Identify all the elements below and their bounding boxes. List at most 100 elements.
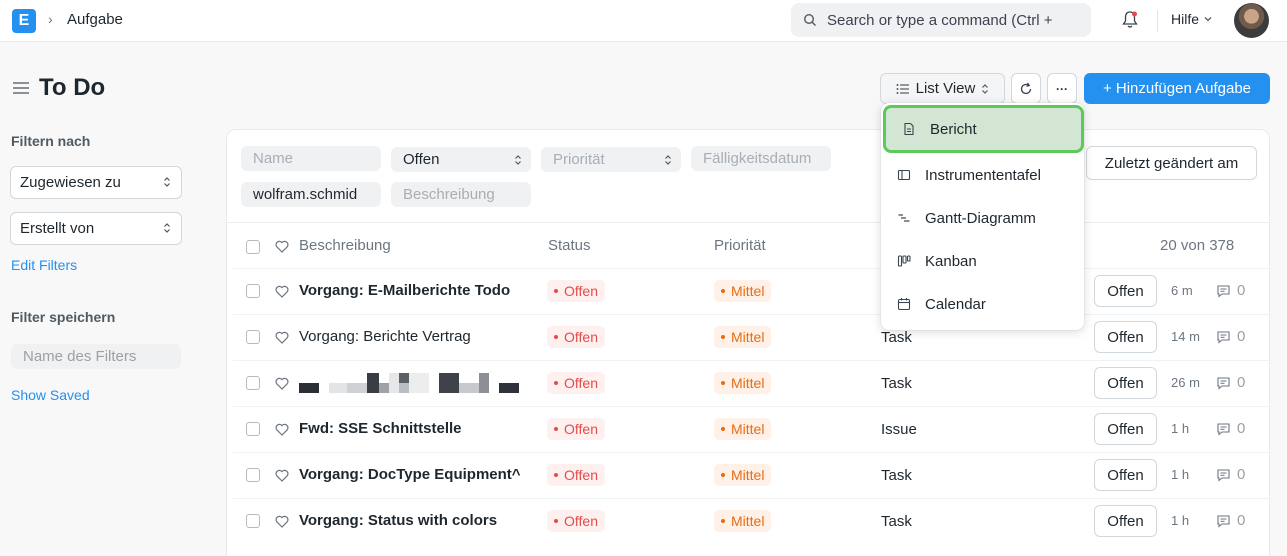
- view-menu-item-calendar[interactable]: Calendar: [881, 284, 1084, 324]
- row-checkbox[interactable]: [246, 284, 260, 298]
- task-subject[interactable]: Vorgang: Berichte Vertrag: [299, 328, 471, 345]
- heart-icon[interactable]: [275, 331, 289, 348]
- sidebar-toggle-icon[interactable]: [12, 80, 30, 96]
- heart-icon[interactable]: [275, 515, 289, 532]
- status-dot: [554, 473, 558, 477]
- user-avatar[interactable]: [1234, 3, 1269, 38]
- breadcrumb-aufgabe[interactable]: Aufgabe: [67, 11, 123, 28]
- status-badge: Offen: [547, 464, 605, 486]
- row-checkbox[interactable]: [246, 514, 260, 528]
- status-button[interactable]: Offen: [1094, 459, 1157, 491]
- priority-filter-placeholder: Priorität: [553, 151, 605, 168]
- view-menu-label: Gantt-Diagramm: [925, 209, 1036, 227]
- edit-filters-link[interactable]: Edit Filters: [11, 257, 77, 273]
- view-menu-item-report[interactable]: Bericht: [883, 105, 1084, 153]
- more-actions-button[interactable]: ···: [1047, 73, 1077, 104]
- priority-badge: Mittel: [714, 510, 772, 532]
- priority-dot: [721, 335, 725, 339]
- navbar: E › Aufgabe Search or type a command (Ct…: [0, 0, 1287, 42]
- chevron-down-icon: [1204, 17, 1212, 22]
- app-logo[interactable]: E: [12, 9, 36, 33]
- status-button[interactable]: Offen: [1094, 413, 1157, 445]
- status-button[interactable]: Offen: [1094, 275, 1157, 307]
- row-divider: [233, 406, 1269, 407]
- add-task-button[interactable]: + Hinzufügen Aufgabe: [1084, 73, 1270, 104]
- column-header-description[interactable]: Beschreibung: [299, 237, 391, 254]
- comment-count-value: 0: [1237, 282, 1246, 299]
- modified-time: 26 m: [1171, 375, 1200, 390]
- comment-count[interactable]: 0: [1216, 282, 1245, 299]
- view-menu-item-dashboard[interactable]: Instrumententafel: [881, 155, 1084, 195]
- status-button[interactable]: Offen: [1094, 321, 1157, 353]
- comment-count-value: 0: [1237, 466, 1246, 483]
- redacted-subject: [299, 373, 523, 395]
- search-bar[interactable]: Search or type a command (Ctrl +: [791, 3, 1091, 37]
- notification-bell-icon[interactable]: [1121, 10, 1139, 30]
- task-type: Task: [881, 513, 912, 530]
- status-button[interactable]: Offen: [1094, 505, 1157, 537]
- status-filter-select[interactable]: Offen: [391, 147, 531, 172]
- view-menu-item-gantt[interactable]: Gantt-Diagramm: [881, 198, 1084, 238]
- priority-filter-select[interactable]: Priorität: [541, 147, 681, 172]
- comment-count[interactable]: 0: [1216, 374, 1245, 391]
- heart-icon[interactable]: [275, 377, 289, 394]
- select-all-checkbox[interactable]: [246, 240, 260, 254]
- comment-count[interactable]: 0: [1216, 328, 1245, 345]
- status-badge-label: Offen: [564, 467, 598, 483]
- more-icon: ···: [1056, 81, 1068, 96]
- column-header-status[interactable]: Status: [548, 237, 591, 254]
- heart-icon[interactable]: [275, 469, 289, 486]
- column-header-priority[interactable]: Priorität: [714, 237, 766, 254]
- filter-by-heading: Filtern nach: [11, 133, 91, 149]
- comment-count[interactable]: 0: [1216, 512, 1245, 529]
- heart-icon[interactable]: [275, 423, 289, 440]
- help-menu[interactable]: Hilfe: [1171, 11, 1213, 27]
- created-by-select[interactable]: Erstellt von: [10, 212, 182, 245]
- created-by-label: Erstellt von: [20, 220, 95, 237]
- modified-time: 1 h: [1171, 513, 1190, 528]
- priority-badge-label: Mittel: [731, 283, 765, 299]
- task-subject[interactable]: Vorgang: E-Mailberichte Todo: [299, 282, 510, 299]
- priority-badge: Mittel: [714, 326, 772, 348]
- status-badge: Offen: [547, 510, 605, 532]
- task-subject[interactable]: Vorgang: Status with colors: [299, 512, 497, 529]
- task-subject[interactable]: Vorgang: DocType Equipment^: [299, 466, 521, 483]
- result-count: 20 von 378: [1160, 237, 1235, 254]
- task-type: Task: [881, 329, 912, 346]
- row-checkbox[interactable]: [246, 468, 260, 482]
- comment-count[interactable]: 0: [1216, 466, 1245, 483]
- row-divider: [233, 314, 1269, 315]
- heart-icon[interactable]: [275, 240, 289, 253]
- name-filter-input[interactable]: Name: [241, 146, 381, 171]
- row-checkbox[interactable]: [246, 422, 260, 436]
- select-chevron-icon: [164, 177, 170, 187]
- show-saved-link[interactable]: Show Saved: [11, 387, 90, 403]
- list-view-switcher[interactable]: List View: [880, 73, 1005, 104]
- list-icon: [896, 83, 909, 94]
- description-filter-input[interactable]: Beschreibung: [391, 182, 531, 207]
- sort-button[interactable]: Zuletzt geändert am: [1086, 146, 1257, 180]
- filter-name-input[interactable]: Name des Filters: [11, 344, 181, 369]
- priority-badge-label: Mittel: [731, 375, 765, 391]
- status-dot: [554, 427, 558, 431]
- refresh-button[interactable]: [1011, 73, 1041, 104]
- breadcrumb-separator: ›: [48, 11, 53, 27]
- priority-badge: Mittel: [714, 418, 772, 440]
- status-badge: Offen: [547, 418, 605, 440]
- select-chevron-icon: [665, 155, 671, 165]
- heart-icon[interactable]: [275, 285, 289, 302]
- priority-badge-label: Mittel: [731, 421, 765, 437]
- view-menu-item-kanban[interactable]: Kanban: [881, 241, 1084, 281]
- assigned-to-select[interactable]: Zugewiesen zu: [10, 166, 182, 199]
- comment-count[interactable]: 0: [1216, 420, 1245, 437]
- owner-filter-input[interactable]: wolfram.schmid: [241, 182, 381, 207]
- status-button[interactable]: Offen: [1094, 367, 1157, 399]
- comment-icon: [1216, 422, 1231, 436]
- row-checkbox[interactable]: [246, 376, 260, 390]
- row-checkbox[interactable]: [246, 330, 260, 344]
- due-date-filter-input[interactable]: Fälligkeitsdatum: [691, 146, 831, 171]
- status-badge: Offen: [547, 372, 605, 394]
- row-divider: [233, 268, 1269, 269]
- task-subject[interactable]: Fwd: SSE Schnittstelle: [299, 420, 462, 437]
- priority-badge-label: Mittel: [731, 329, 765, 345]
